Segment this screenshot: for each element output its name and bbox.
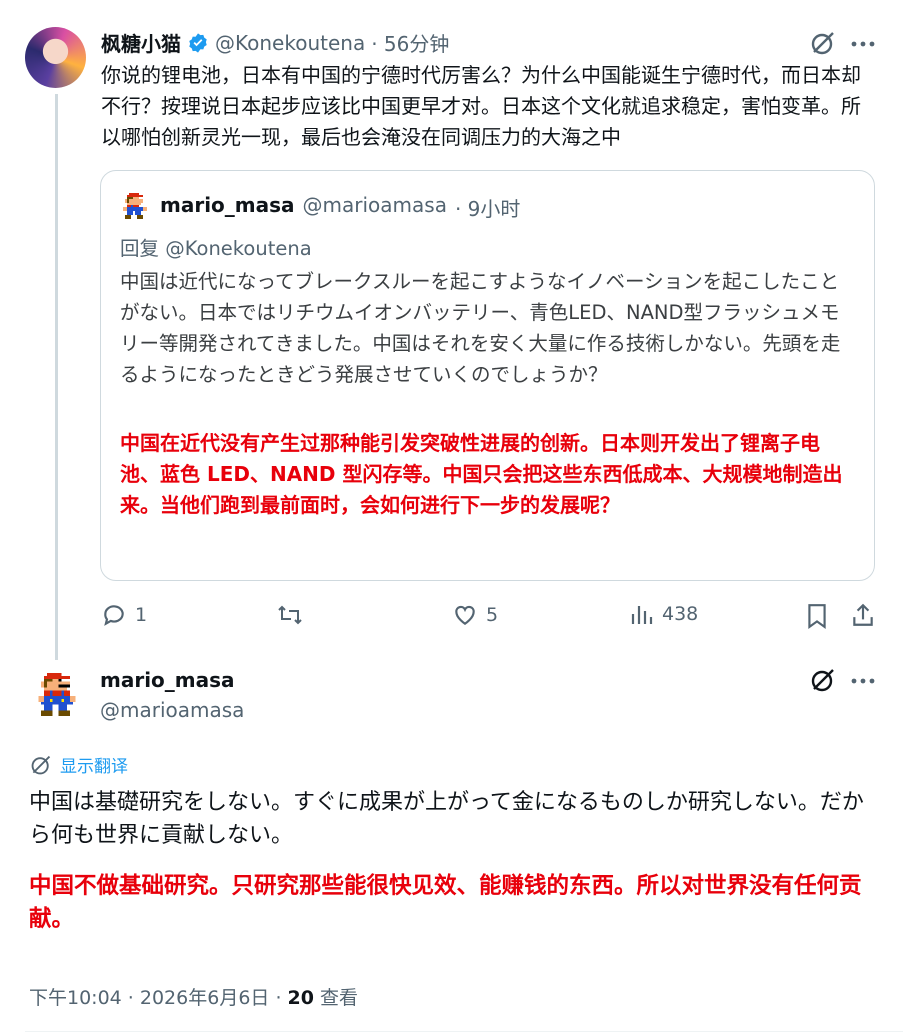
like-count: 5	[486, 604, 499, 626]
grok-icon[interactable]	[810, 30, 836, 56]
retweet-icon	[276, 602, 304, 628]
tweet-header: 枫糖小猫 @Konekoutena · 56分钟	[101, 28, 449, 57]
author-handle[interactable]: @Konekoutena	[215, 31, 365, 55]
quote-header: mario_masa @marioamasa · 9小时	[160, 193, 520, 222]
views-chart-icon	[630, 602, 654, 626]
avatar-mario[interactable]	[38, 673, 76, 719]
grok-icon-2[interactable]	[810, 667, 836, 693]
author-handle-2[interactable]: @marioamasa	[100, 698, 244, 722]
views-count-2: 20	[287, 987, 314, 1009]
reply-button[interactable]: 1	[101, 602, 147, 628]
reply-to[interactable]: 回复 @Konekoutena	[120, 232, 312, 261]
tweet-translation-2: 中国不做基础研究。只研究那些能很快见效、能赚钱的东西。所以对世界没有任何贡献。	[29, 873, 862, 932]
show-translation-button[interactable]: 显示翻译	[30, 752, 128, 777]
views-count: 438	[662, 603, 699, 625]
quote-time[interactable]: · 9小时	[455, 193, 520, 222]
quote-avatar[interactable]	[123, 193, 149, 219]
quote-author-name[interactable]: mario_masa	[160, 193, 295, 222]
bookmark-button[interactable]	[805, 603, 829, 629]
tweet-text: 你说的锂电池，日本有中国的宁德时代厉害么？为什么中国能诞生宁德时代，而日本却不行…	[101, 63, 861, 149]
avatar[interactable]	[25, 27, 86, 88]
tweet-time[interactable]: · 56分钟	[371, 28, 449, 57]
retweet-button[interactable]	[276, 602, 304, 628]
author-name[interactable]: 枫糖小猫	[101, 28, 181, 57]
thread-line	[55, 94, 58, 660]
like-button[interactable]: 5	[452, 602, 498, 628]
translate-icon	[30, 754, 52, 776]
tweet-text-2: 中国は基礎研究をしない。すぐに成果が上がって金になるものしか研究しない。だから何…	[29, 790, 864, 848]
reply-icon	[101, 602, 127, 628]
reply-count: 1	[135, 604, 148, 626]
more-icon-2[interactable]	[851, 678, 875, 684]
views-label: 查看	[313, 987, 359, 1009]
more-icon[interactable]	[851, 41, 875, 47]
verified-badge-icon	[187, 32, 209, 54]
divider	[25, 1031, 903, 1032]
quote-text: 中国は近代になってブレークスルーを起こすようなイノベーションを起こしたことがない…	[120, 270, 841, 386]
tweet-timestamp[interactable]: 下午10:04 · 2026年6月6日 ·	[29, 987, 288, 1009]
author-name-2[interactable]: mario_masa	[100, 668, 235, 692]
share-icon[interactable]	[850, 602, 876, 628]
show-translation-label: 显示翻译	[60, 757, 128, 777]
quote-author-handle[interactable]: @marioamasa	[303, 193, 447, 222]
tweet-meta: 下午10:04 · 2026年6月6日 · 20 查看	[29, 983, 358, 1010]
heart-icon	[452, 602, 478, 628]
quote-translation: 中国在近代没有产生过那种能引发突破性进展的创新。日本则开发出了锂离子电池、蓝色 …	[120, 431, 843, 517]
views-button[interactable]: 438	[630, 602, 698, 626]
